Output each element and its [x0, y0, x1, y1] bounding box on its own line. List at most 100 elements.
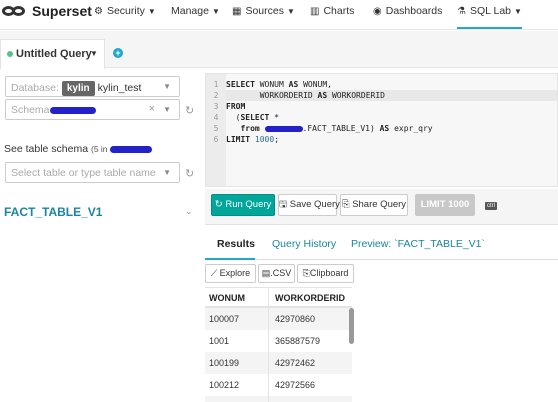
table-select[interactable]: Select table or type table name ▼ [5, 162, 180, 183]
code-text: WONUM [254, 80, 289, 89]
chevron-down-icon[interactable]: ⌄ [185, 206, 193, 217]
table-row: 100199 42972462 [205, 352, 352, 374]
code-keyword: SELECT [226, 80, 255, 89]
share-icon: ⎘ [341, 199, 350, 210]
schema-placeholder: Schema [11, 104, 50, 116]
code-line: 5 from .FACT_TABLE_V1) AS expr_qry [206, 123, 433, 134]
save-query-button[interactable]: 🖫 Save Query [278, 194, 340, 216]
file-icon: ▤ [261, 268, 271, 278]
code-line: 3 FROM [206, 101, 246, 112]
chevron-down-icon: ▼ [163, 105, 171, 114]
query-tab-bar: Untitled Query ▼ + [0, 31, 558, 69]
tab-label: Untitled Query [16, 48, 92, 60]
line-number: 1 [213, 80, 219, 89]
refresh-icon: ↻ [214, 199, 223, 210]
code-keyword: AS [317, 91, 328, 100]
line-number: 3 [213, 102, 219, 111]
chevron-down-icon: ▼ [163, 168, 171, 177]
table-cell: 42972462 [275, 358, 316, 368]
flask-icon: ⚗ [457, 6, 466, 17]
table-cell: 100212 [209, 380, 240, 390]
column-header-workorderid[interactable]: WORKORDERID [275, 293, 345, 303]
tab-query-history[interactable]: Query History [272, 234, 336, 260]
redacted-mark [110, 145, 153, 153]
database-value: kylin_test [97, 82, 142, 94]
table-row: 100212 42972566 [205, 374, 352, 396]
nav-security[interactable]: ⚙ Security ▼ [94, 3, 156, 19]
refresh-icon[interactable]: ↻ [185, 167, 194, 180]
tab-results[interactable]: Results [217, 234, 255, 260]
table-row: 100240 42972195 [205, 396, 352, 402]
table-cell: 1001 [209, 336, 230, 346]
nav-manage-label: Manage [171, 5, 209, 17]
results-table: WONUM WORKORDERID 100007 42970860 1001 3… [205, 287, 352, 402]
table-cell: 100007 [209, 314, 240, 324]
code-line: 6 LIMIT 1000; [206, 134, 279, 145]
code-text: ; [274, 135, 280, 144]
clear-icon[interactable]: × [149, 103, 155, 115]
code-line: 4 (SELECT * [206, 112, 279, 123]
superset-logo-icon [2, 4, 26, 18]
code-text: ( [226, 113, 241, 122]
clipboard-icon: ⎘ [302, 268, 310, 278]
explore-label: Explore [219, 268, 251, 278]
results-tabs-divider [205, 259, 558, 260]
refresh-icon[interactable]: ↻ [185, 104, 194, 117]
table-cell: 42970860 [275, 314, 316, 324]
code-keyword: AS [288, 80, 299, 89]
column-divider [268, 287, 269, 402]
table-cell: 100199 [209, 358, 240, 368]
redacted-mark [264, 125, 303, 132]
explore-button[interactable]: ⟋ Explore [205, 264, 256, 283]
add-tab-icon[interactable]: + [113, 48, 123, 58]
table-cell: 365887579 [275, 336, 321, 346]
table-header: WONUM WORKORDERID [205, 287, 352, 308]
chevron-down-icon[interactable]: ▼ [90, 49, 98, 58]
share-query-button[interactable]: ⎘ Share Query [340, 194, 408, 216]
code-line: 2 WORKORDERID AS WORKORDERID [206, 90, 385, 101]
column-header-wonum[interactable]: WONUM [209, 293, 245, 303]
code-keyword: from [240, 124, 260, 133]
top-navbar: Superset ⚙ Security ▼ Manage ▼ ▦ Sources ▼ ▥ C… [0, 0, 558, 30]
table-cell: 42972566 [275, 380, 316, 390]
table-name[interactable]: FACT_TABLE_V1 [4, 205, 102, 219]
schema-hint-label: See table schema [4, 143, 89, 155]
schema-select[interactable]: Schema × ▼ [5, 99, 180, 120]
schema-hint-count: (5 in [90, 144, 108, 154]
line-number: 4 [213, 113, 219, 122]
code-text: WORKORDERID [327, 91, 385, 100]
keyboard-hint: ctrl [485, 202, 497, 210]
line-number: 6 [213, 135, 219, 144]
schema-hint: See table schema (5 in [4, 143, 153, 155]
dashboard-icon: ◉ [373, 6, 382, 17]
database-select[interactable]: Database: kylin kylin_test ▼ [5, 76, 180, 97]
tab-preview[interactable]: Preview: `FACT_TABLE_V1` [351, 234, 485, 260]
brand-title: Superset [32, 3, 92, 19]
run-query-button[interactable]: ↻ Run Query [211, 194, 275, 216]
tab-untitled-query[interactable]: Untitled Query ▼ [0, 39, 105, 69]
nav-sources[interactable]: ▦ Sources ▼ [232, 3, 295, 19]
line-number: 5 [213, 124, 219, 133]
sql-editor[interactable]: 1 SELECT WONUM AS WONUM, 2 WORKORDERID AS… [205, 73, 558, 187]
share-query-label: Share Query [352, 199, 407, 210]
table-row: 100007 42970860 [205, 308, 352, 330]
limit-dropdown[interactable]: LIMIT 1000 [415, 194, 475, 216]
code-keyword: AS [379, 124, 390, 133]
nav-charts[interactable]: ▥ Charts [310, 3, 354, 19]
clipboard-button[interactable]: ⎘Clipboard [297, 264, 354, 283]
nav-sql-lab[interactable]: ⚗ SQL Lab ▼ [457, 3, 522, 29]
csv-button[interactable]: ▤.CSV [258, 264, 295, 283]
save-icon: 🖫 [279, 199, 288, 210]
nav-manage[interactable]: Manage ▼ [171, 3, 220, 19]
nav-charts-label: Charts [323, 5, 355, 17]
nav-security-label: Security [106, 5, 145, 17]
nav-dashboards[interactable]: ◉ Dashboards [373, 3, 442, 19]
bar-chart-icon: ▥ [310, 6, 320, 17]
brand[interactable]: Superset [2, 1, 92, 21]
table-scrollbar[interactable] [349, 308, 354, 344]
code-keyword: FROM [226, 102, 246, 111]
code-text: WONUM, [298, 80, 332, 89]
line-chart-icon: ⟋ [210, 268, 218, 278]
nav-dashboards-label: Dashboards [385, 5, 443, 17]
database-label: Database: [11, 82, 59, 94]
